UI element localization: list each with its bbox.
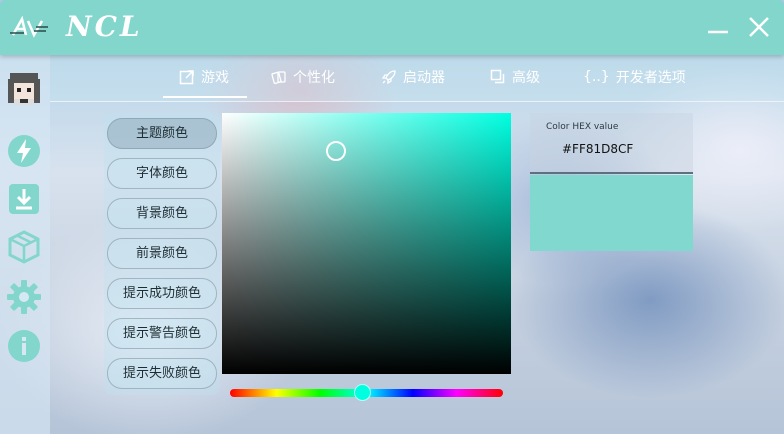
cards-icon <box>271 71 286 85</box>
hue-slider-thumb[interactable] <box>354 384 371 401</box>
theme-color-button[interactable]: 主题颜色 <box>107 118 217 149</box>
app-title: NCL <box>66 10 143 43</box>
color-type-panel: 主题颜色 字体颜色 背景颜色 前景颜色 提示成功颜色 提示警告颜色 提示失败颜色 <box>104 113 220 395</box>
external-link-icon <box>179 70 194 85</box>
hex-label: Color HEX value <box>546 122 619 132</box>
hex-input[interactable] <box>538 137 704 161</box>
success-color-button[interactable]: 提示成功颜色 <box>107 278 217 309</box>
app-logo <box>10 15 48 38</box>
avatar[interactable] <box>6 71 42 107</box>
tab-label: 开发者选项 <box>615 70 686 86</box>
active-tab-indicator <box>163 96 247 98</box>
hue-slider[interactable] <box>230 384 503 401</box>
info-icon[interactable] <box>6 328 42 364</box>
font-color-button[interactable]: 字体颜色 <box>107 158 217 189</box>
hex-input-underline <box>530 172 693 174</box>
tab-launcher[interactable]: 启动器 <box>381 63 445 91</box>
color-preview <box>530 175 693 251</box>
tab-label: 个性化 <box>293 70 335 86</box>
package-icon[interactable] <box>6 229 42 265</box>
background-color-button[interactable]: 背景颜色 <box>107 198 217 229</box>
braces-icon: {..} <box>583 69 610 85</box>
close-icon[interactable] <box>746 14 772 40</box>
error-color-button[interactable]: 提示失败颜色 <box>107 358 217 389</box>
tab-label: 游戏 <box>201 70 229 86</box>
tab-label: 高级 <box>512 70 540 86</box>
warning-color-button[interactable]: 提示警告颜色 <box>107 318 217 349</box>
foreground-color-button[interactable]: 前景颜色 <box>107 238 217 269</box>
layers-icon <box>490 69 505 84</box>
hex-value-panel: Color HEX value <box>530 113 704 174</box>
title-bar[interactable]: NCL <box>0 0 784 55</box>
tab-game[interactable]: 游戏 <box>179 63 229 91</box>
download-icon[interactable] <box>6 181 42 217</box>
picker-cursor[interactable] <box>326 141 346 161</box>
rocket-icon <box>381 70 396 85</box>
minimize-icon[interactable] <box>705 14 731 40</box>
tab-developer[interactable]: {..} 开发者选项 <box>583 63 686 91</box>
tab-advanced[interactable]: 高级 <box>490 63 540 91</box>
tab-label: 启动器 <box>403 70 445 86</box>
sidebar <box>0 55 50 434</box>
saturation-value-picker[interactable] <box>222 113 511 374</box>
tab-personalize[interactable]: 个性化 <box>271 63 335 91</box>
gear-icon[interactable] <box>6 279 42 315</box>
lightning-icon[interactable] <box>6 133 42 169</box>
tab-bar: 游戏 个性化 启动器 高级 {..} 开发者选项 <box>50 55 784 102</box>
